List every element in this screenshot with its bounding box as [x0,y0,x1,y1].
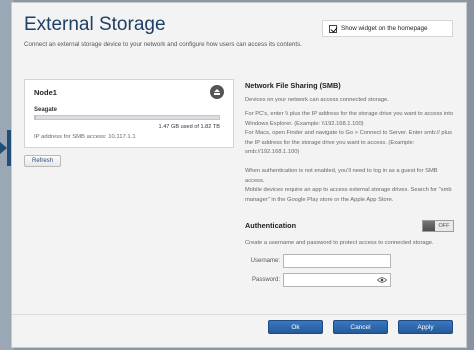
smb-ip-address: IP address for SMB access: 10.117.1.1 [34,134,136,140]
drive-name: Seagate [34,107,58,113]
refresh-button[interactable]: Refresh [24,155,61,167]
background-panel-right [468,0,474,350]
node-name: Node1 [34,88,57,97]
side-tab-arrow-icon [0,142,7,154]
show-widget-label: Show widget on the homepage [341,25,428,32]
username-field[interactable] [283,254,391,268]
storage-usage-text: 1.47 GB used of 1.82 TB [158,124,220,130]
page-subtitle: Connect an external storage device to yo… [24,41,302,48]
authentication-heading: Authentication [245,221,297,230]
smb-paragraph: When authentication is not enabled, you'… [245,168,438,184]
smb-heading: Network File Sharing (SMB) [245,81,341,90]
ok-button[interactable]: Ok [268,320,323,334]
node-storage-card: Node1 Seagate 1.47 GB used of 1.82 TB IP… [24,79,234,148]
cancel-button[interactable]: Cancel [333,320,388,334]
side-tab-bar [7,130,11,166]
checkbox-checked-icon[interactable] [329,24,337,33]
eye-icon[interactable] [377,277,387,283]
smb-paragraph: For Macs, open Finder and navigate to Go… [245,130,452,155]
page-title: External Storage [24,14,166,35]
toggle-knob[interactable] [423,221,435,231]
eject-icon[interactable] [210,85,224,99]
authentication-description: Create a username and password to protec… [245,240,434,246]
storage-usage-bar [34,115,220,120]
password-field[interactable] [283,273,391,287]
apply-button[interactable]: Apply [398,320,453,334]
smb-paragraph: For PC's, enter \\ plus the IP address f… [245,111,454,127]
show-widget-toggle[interactable]: Show widget on the homepage [322,20,453,37]
toggle-state-label: OFF [438,223,450,229]
username-label: Username: [250,258,280,264]
footer-divider [12,314,466,315]
smb-paragraph: Mobile devices require an app to access … [245,187,452,203]
password-label: Password: [251,277,280,283]
smb-paragraph: Devices on your network can access conne… [245,97,389,103]
authentication-toggle[interactable]: OFF [422,220,454,232]
